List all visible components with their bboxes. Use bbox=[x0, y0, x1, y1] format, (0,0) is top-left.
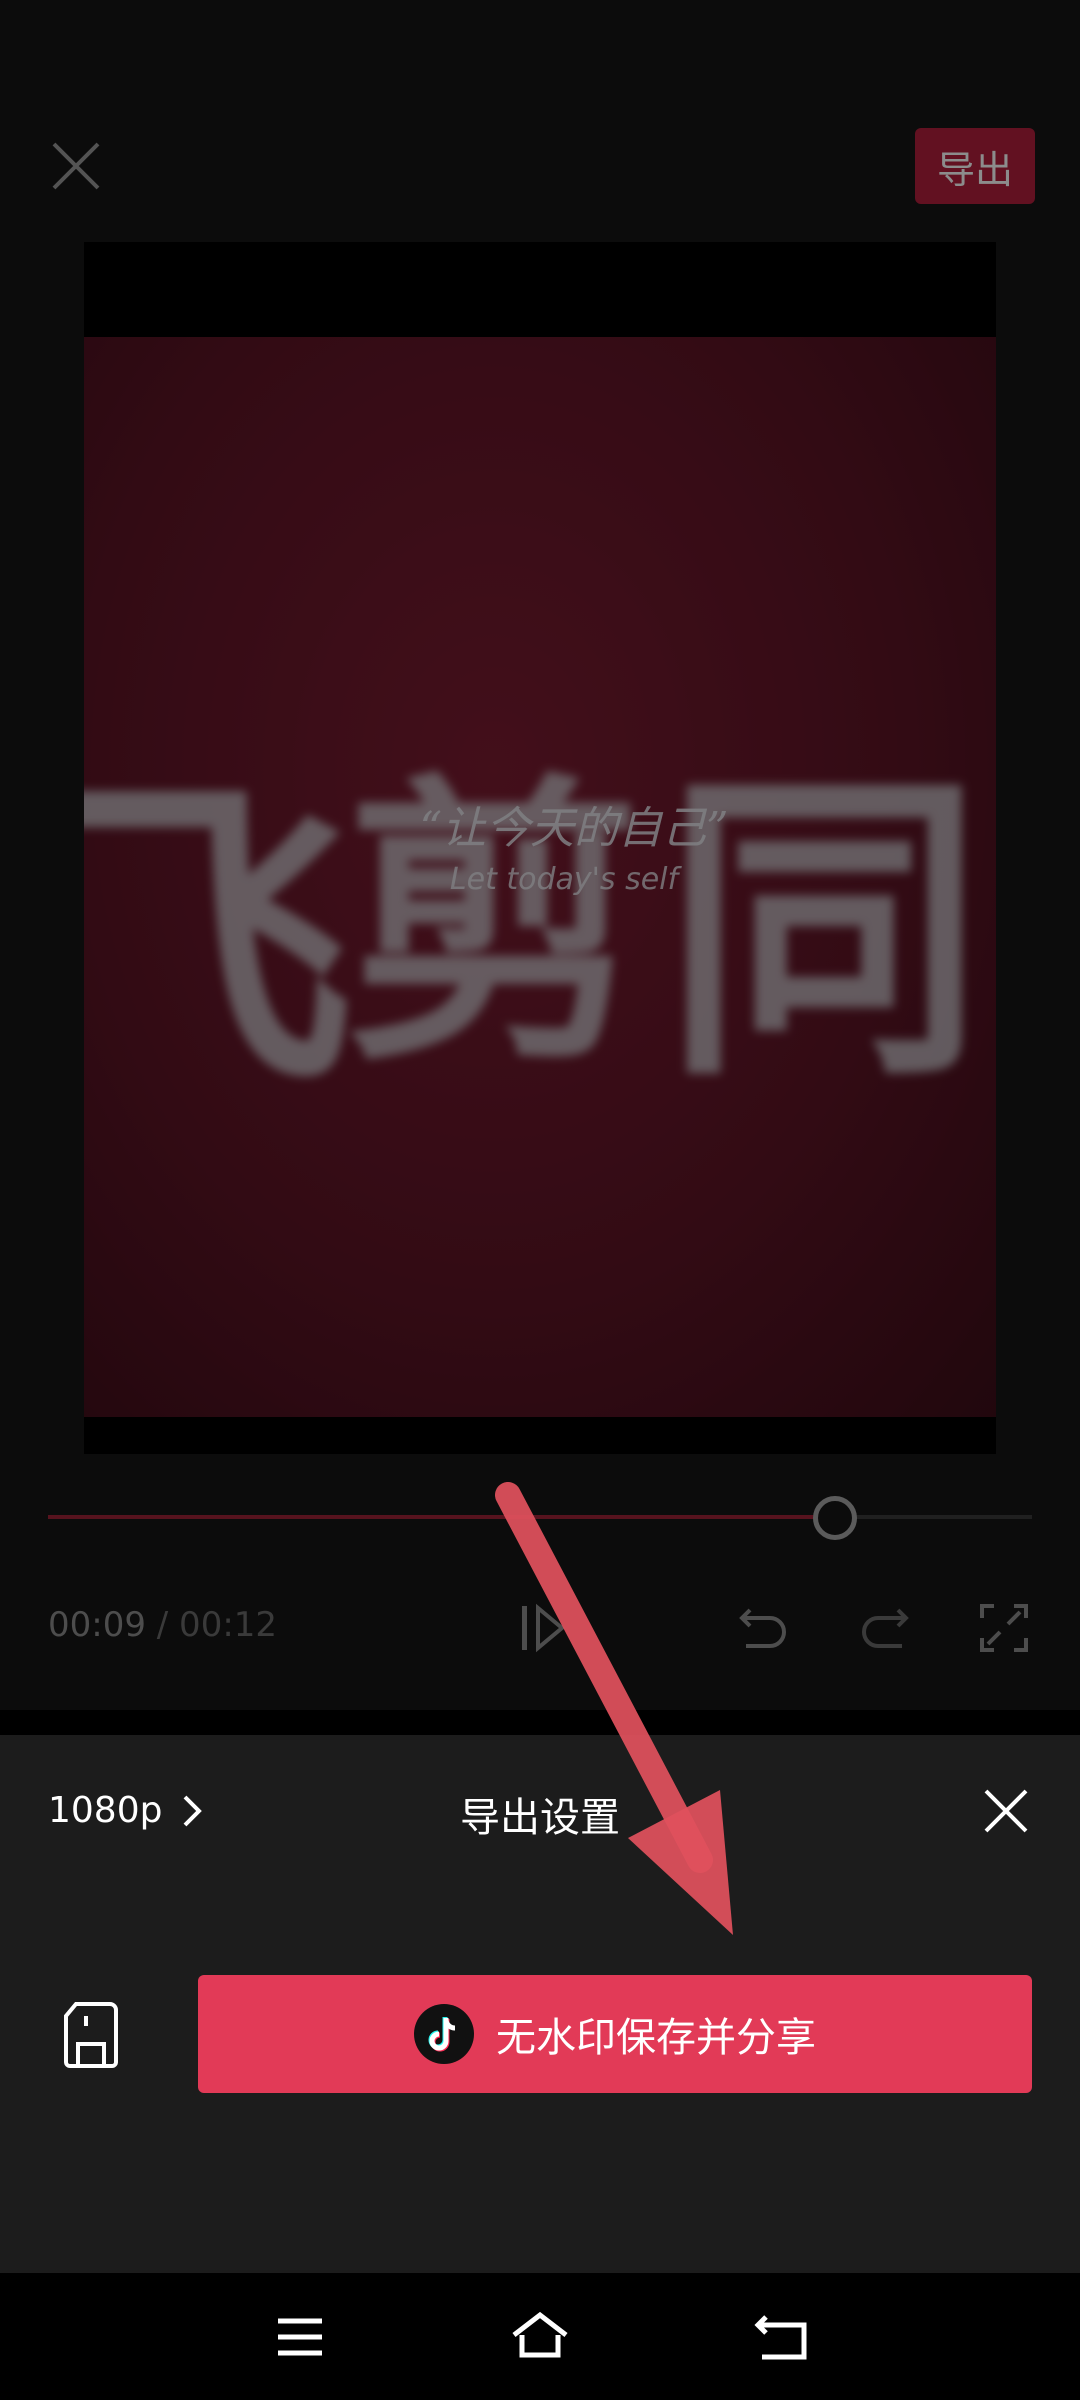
close-icon[interactable] bbox=[980, 1785, 1032, 1837]
tiktok-icon bbox=[414, 2004, 474, 2064]
back-icon[interactable] bbox=[752, 2309, 812, 2365]
system-navigation-bar bbox=[0, 2273, 1080, 2400]
menu-icon[interactable] bbox=[270, 2309, 330, 2365]
dim-overlay bbox=[0, 0, 1080, 1735]
sheet-title: 导出设置 bbox=[460, 1795, 620, 1841]
save-and-share-label: 无水印保存并分享 bbox=[496, 2015, 816, 2061]
save-icon[interactable] bbox=[60, 2000, 122, 2070]
export-settings-sheet: 1080p 导出设置 无水印保存并分享 bbox=[0, 1735, 1080, 2273]
save-and-share-button[interactable]: 无水印保存并分享 bbox=[198, 1975, 1032, 2093]
home-icon[interactable] bbox=[510, 2309, 570, 2365]
